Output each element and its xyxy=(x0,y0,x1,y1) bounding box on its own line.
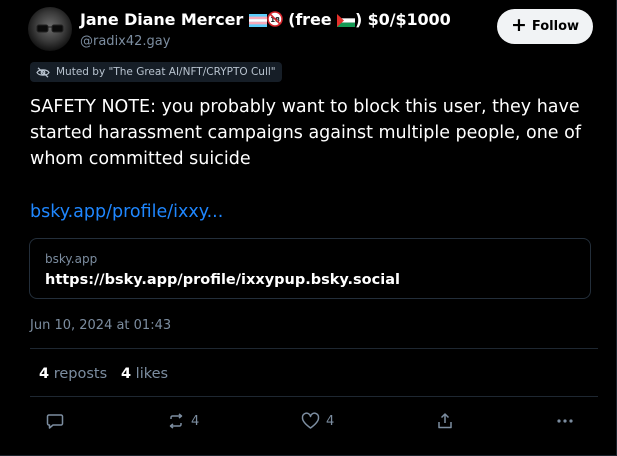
display-name[interactable]: Jane Diane Mercer 18 (free ) $0/ xyxy=(80,10,451,31)
likes-count: 4 xyxy=(120,366,132,382)
avatar[interactable] xyxy=(28,7,72,51)
avatar-glasses-graphic xyxy=(36,24,64,33)
user-handle[interactable]: @radix42.gay xyxy=(80,34,170,49)
likes-stat[interactable]: 4 likes xyxy=(121,366,168,382)
share-icon xyxy=(438,413,452,429)
embed-url: https://bsky.app/profile/ixxypup.bsky.so… xyxy=(45,272,400,288)
embed-domain: bsky.app xyxy=(45,252,98,266)
trans-flag-icon xyxy=(248,12,267,31)
follow-button-label: Follow xyxy=(531,19,580,34)
ellipsis-icon xyxy=(557,419,573,423)
display-name-text: Jane Diane Mercer xyxy=(80,10,244,29)
more-options-button[interactable] xyxy=(556,410,574,432)
repost-arrows-icon xyxy=(169,413,183,429)
post-timestamp[interactable]: Jun 10, 2024 at 01:43 xyxy=(30,318,171,333)
post-card[interactable]: Jane Diane Mercer 18 (free ) $0/ xyxy=(0,0,617,456)
palestine-flag-icon xyxy=(336,12,355,31)
like-count: 4 xyxy=(326,413,335,429)
muted-by-list-banner[interactable]: Muted by "The Great AI/NFT/CRYPTO Cull" xyxy=(30,62,282,82)
like-button[interactable]: 4 xyxy=(301,410,334,432)
heart-icon xyxy=(301,412,320,429)
link-embed-card[interactable]: bsky.app https://bsky.app/profile/ixxypu… xyxy=(29,238,591,299)
muted-banner-text: Muted by "The Great AI/NFT/CRYPTO Cull" xyxy=(56,66,276,78)
engagement-stats: 4 reposts 4 likes xyxy=(39,366,168,382)
share-button[interactable] xyxy=(436,410,454,432)
post-link[interactable]: bsky.app/profile/ixxy... xyxy=(30,199,223,225)
likes-label: likes xyxy=(135,366,169,382)
post-text: SAFETY NOTE: you probably want to block … xyxy=(30,97,581,169)
reply-button[interactable] xyxy=(46,410,70,432)
reposts-stat[interactable]: 4 reposts xyxy=(39,366,107,382)
follow-button[interactable]: + Follow xyxy=(497,9,593,44)
reposts-count: 4 xyxy=(39,366,50,382)
display-name-suffix: ) $0/$1000 xyxy=(354,10,451,29)
divider xyxy=(30,348,598,349)
divider xyxy=(30,396,598,397)
eye-slash-icon xyxy=(36,66,50,78)
display-name-free-text: (free xyxy=(288,10,332,29)
no-under-18-icon: 18 xyxy=(266,11,283,31)
speech-bubble-icon xyxy=(46,414,64,429)
repost-button[interactable]: 4 xyxy=(167,410,199,432)
reposts-label: reposts xyxy=(53,366,108,382)
repost-count: 4 xyxy=(191,413,200,429)
plus-icon: + xyxy=(510,14,527,36)
